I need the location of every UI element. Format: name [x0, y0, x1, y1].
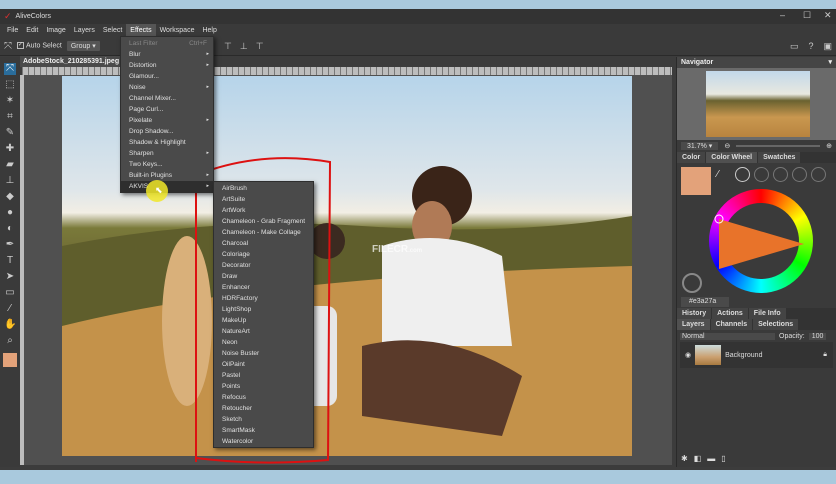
akvis-item-lightshop[interactable]: LightShop: [214, 304, 313, 315]
harmony-buttons: [735, 167, 826, 182]
akvis-item-coloriage[interactable]: Coloriage: [214, 249, 313, 260]
akvis-item-pastel[interactable]: Pastel: [214, 370, 313, 381]
akvis-item-natureart[interactable]: NatureArt: [214, 326, 313, 337]
navigator-zoom-row: 31.7% ▾ ⊖ ⊕: [677, 140, 836, 152]
akvis-item-airbrush[interactable]: AirBrush: [214, 183, 313, 194]
akvis-item-artsuite[interactable]: ArtSuite: [214, 194, 313, 205]
menu-item-pixelate[interactable]: Pixelate ▸: [121, 115, 213, 126]
zoom-out-icon[interactable]: ⊖: [724, 142, 730, 150]
tab-history[interactable]: History: [677, 308, 712, 319]
akvis-item-chameleon-grab-fragment[interactable]: Chameleon - Grab Fragment: [214, 216, 313, 227]
akvis-item-draw[interactable]: Draw: [214, 271, 313, 282]
blend-mode-select[interactable]: Normal: [680, 332, 775, 340]
submenu-arrow-icon: ▸: [206, 183, 209, 189]
zoom-in-icon[interactable]: ⊕: [826, 142, 832, 150]
harmony-mono-icon[interactable]: [735, 167, 750, 182]
folder-icon[interactable]: ▬: [707, 454, 715, 463]
hex-input[interactable]: #e3a27a: [681, 297, 729, 307]
navigator-preview[interactable]: [677, 68, 836, 140]
layer-thumbnail: [695, 345, 722, 365]
akvis-item-decorator[interactable]: Decorator: [214, 260, 313, 271]
tab-color-wheel[interactable]: Color Wheel: [706, 152, 758, 163]
akvis-item-watercolor[interactable]: Watercolor: [214, 436, 313, 447]
lock-icon[interactable]: 🔒︎: [823, 351, 827, 359]
akvis-item-neon[interactable]: Neon: [214, 337, 313, 348]
akvis-item-enhancer[interactable]: Enhancer: [214, 282, 313, 293]
navigator-title: Navigator: [681, 59, 714, 66]
effects-menu: Last Filter Ctrl+F Blur ▸ Distortion ▸ Glamou…: [120, 36, 214, 193]
akvis-item-oilpaint[interactable]: OilPaint: [214, 359, 313, 370]
right-panel: Navigator ▾ 31.7% ▾ ⊖ ⊕ Color Color Wheel…: [676, 57, 836, 467]
color-wheel-panel: ⁄ #e3a27a: [677, 163, 836, 308]
layers-tabs: Layers Channels Selections: [677, 319, 836, 330]
zoom-input[interactable]: 31.7% ▾: [681, 142, 719, 150]
menu-item-shadow-highlight[interactable]: Shadow & Highlight: [121, 137, 213, 148]
color-triangle[interactable]: [709, 189, 813, 293]
current-color-swatch[interactable]: [681, 167, 711, 195]
tab-swatches[interactable]: Swatches: [758, 152, 801, 163]
akvis-item-artwork[interactable]: ArtWork: [214, 205, 313, 216]
color-tabs: Color Color Wheel Swatches: [677, 152, 836, 163]
menu-item-page-curl[interactable]: Page Curl...: [121, 104, 213, 115]
layer-name: Background: [725, 351, 763, 359]
new-layer-icon[interactable]: ▯: [721, 454, 725, 463]
harmony-complement-icon[interactable]: [754, 167, 769, 182]
layer-row[interactable]: ◉ Background 🔒︎: [680, 342, 833, 368]
akvis-item-makeup[interactable]: MakeUp: [214, 315, 313, 326]
mouse-cursor-icon: ⬉: [155, 185, 163, 195]
tab-layers[interactable]: Layers: [677, 319, 710, 330]
harmony-split-icon[interactable]: [792, 167, 807, 182]
desktop-strip-bottom: [0, 470, 836, 484]
tab-color[interactable]: Color: [677, 152, 706, 163]
color-wheel[interactable]: [709, 189, 813, 293]
akvis-item-noise-buster[interactable]: Noise Buster: [214, 348, 313, 359]
menu-item-noise[interactable]: Noise ▸: [121, 82, 213, 93]
menu-item-distortion[interactable]: Distortion ▸: [121, 60, 213, 71]
menu-item-glamour[interactable]: Glamour...: [121, 71, 213, 82]
submenu-arrow-icon: ▸: [206, 51, 209, 57]
submenu-arrow-icon: ▸: [206, 62, 209, 68]
akvis-item-sketch[interactable]: Sketch: [214, 414, 313, 425]
akvis-item-hdrfactory[interactable]: HDRFactory: [214, 293, 313, 304]
menu-item-channel-mixer[interactable]: Channel Mixer...: [121, 93, 213, 104]
submenu-arrow-icon: ▸: [206, 84, 209, 90]
akvis-item-retoucher[interactable]: Retoucher: [214, 403, 313, 414]
navigator-thumbnail: [706, 71, 810, 137]
mask-icon[interactable]: ◧: [694, 454, 702, 463]
akvis-item-chameleon-make-collage[interactable]: Chameleon - Make Collage: [214, 227, 313, 238]
menu-item-drop-shadow[interactable]: Drop Shadow...: [121, 126, 213, 137]
menu-item-last-filter: Last Filter Ctrl+F: [129, 40, 207, 47]
menu-item-built-in-plugins[interactable]: Built-in Plugins ▸: [121, 170, 213, 181]
submenu-arrow-icon: ▸: [206, 117, 209, 123]
color-mode-icon[interactable]: [682, 273, 702, 293]
layer-actions: ✱ ◧ ▬ ▯: [681, 454, 726, 463]
shortcut: Ctrl+F: [189, 40, 207, 47]
tab-selections[interactable]: Selections: [753, 319, 799, 330]
opacity-label: Opacity:: [779, 332, 805, 340]
navigator-header: Navigator ▾: [677, 57, 836, 68]
layer-options-row: Normal Opacity: 100: [677, 330, 836, 342]
opacity-input[interactable]: 100: [808, 332, 827, 340]
menu-item-sharpen[interactable]: Sharpen ▸: [121, 148, 213, 159]
submenu-arrow-icon: ▸: [206, 150, 209, 156]
akvis-item-refocus[interactable]: Refocus: [214, 392, 313, 403]
eyedropper-icon[interactable]: ⁄: [717, 169, 719, 180]
zoom-slider[interactable]: [736, 145, 821, 147]
tab-file-info[interactable]: File Info: [748, 308, 786, 319]
tab-channels[interactable]: Channels: [710, 319, 753, 330]
harmony-tetrad-icon[interactable]: [811, 167, 826, 182]
harmony-triad-icon[interactable]: [773, 167, 788, 182]
akvis-submenu: AirBrush ArtSuite ArtWork Chameleon - Grab …: [213, 181, 314, 448]
akvis-item-points[interactable]: Points: [214, 381, 313, 392]
tab-actions[interactable]: Actions: [712, 308, 748, 319]
submenu-arrow-icon: ▸: [206, 172, 209, 178]
new-effect-icon[interactable]: ✱: [681, 454, 688, 463]
menu-item-two-keys[interactable]: Two Keys...: [121, 159, 213, 170]
visibility-eye-icon[interactable]: ◉: [685, 351, 691, 359]
akvis-item-charcoal[interactable]: Charcoal: [214, 238, 313, 249]
akvis-item-smartmask[interactable]: SmartMask: [214, 425, 313, 436]
history-tabs: History Actions File Info: [677, 308, 836, 319]
menu-item-blur[interactable]: Blur ▸: [121, 49, 213, 60]
